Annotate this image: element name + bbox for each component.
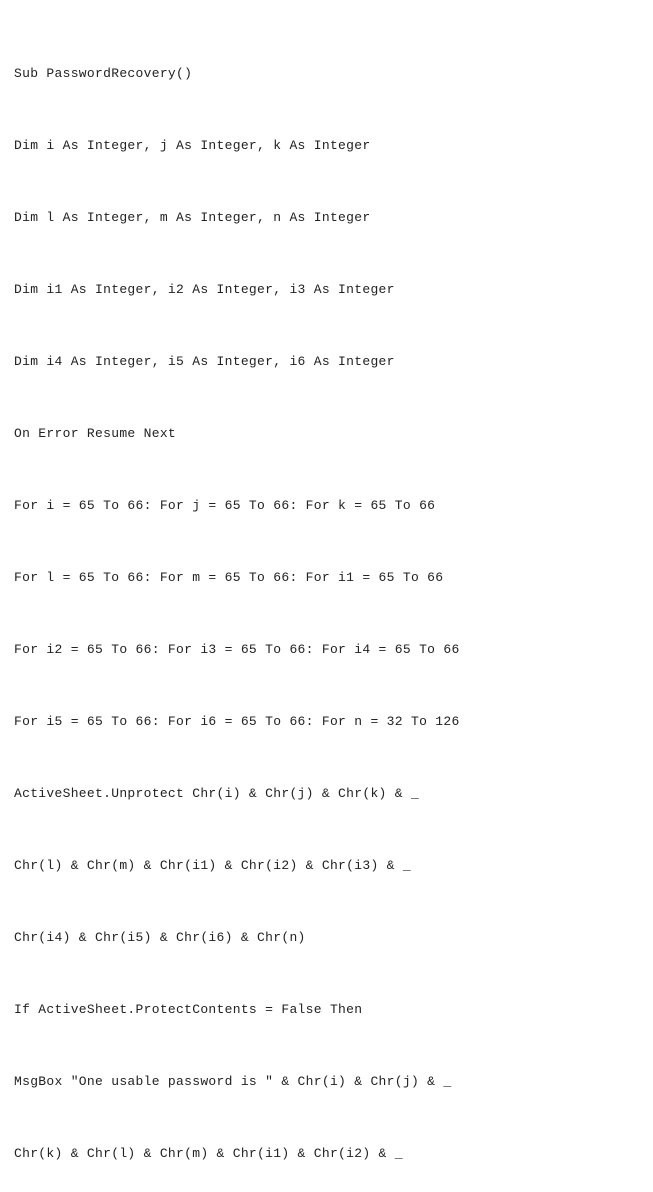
code-line: Dim i As Integer, j As Integer, k As Int… — [14, 134, 639, 158]
code-line: Chr(i4) & Chr(i5) & Chr(i6) & Chr(n) — [14, 926, 639, 950]
code-line: MsgBox "One usable password is " & Chr(i… — [14, 1070, 639, 1094]
code-line: ActiveSheet.Unprotect Chr(i) & Chr(j) & … — [14, 782, 639, 806]
code-line: Chr(l) & Chr(m) & Chr(i1) & Chr(i2) & Ch… — [14, 854, 639, 878]
code-line: On Error Resume Next — [14, 422, 639, 446]
code-line: Dim i4 As Integer, i5 As Integer, i6 As … — [14, 350, 639, 374]
code-line: For i5 = 65 To 66: For i6 = 65 To 66: Fo… — [14, 710, 639, 734]
code-line: Chr(k) & Chr(l) & Chr(m) & Chr(i1) & Chr… — [14, 1142, 639, 1166]
code-line: If ActiveSheet.ProtectContents = False T… — [14, 998, 639, 1022]
code-line: For l = 65 To 66: For m = 65 To 66: For … — [14, 566, 639, 590]
vba-code-block: Sub PasswordRecovery() Dim i As Integer,… — [14, 14, 639, 1192]
code-line: Dim l As Integer, m As Integer, n As Int… — [14, 206, 639, 230]
code-line: Dim i1 As Integer, i2 As Integer, i3 As … — [14, 278, 639, 302]
code-line: For i = 65 To 66: For j = 65 To 66: For … — [14, 494, 639, 518]
code-line: For i2 = 65 To 66: For i3 = 65 To 66: Fo… — [14, 638, 639, 662]
code-line: Sub PasswordRecovery() — [14, 62, 639, 86]
